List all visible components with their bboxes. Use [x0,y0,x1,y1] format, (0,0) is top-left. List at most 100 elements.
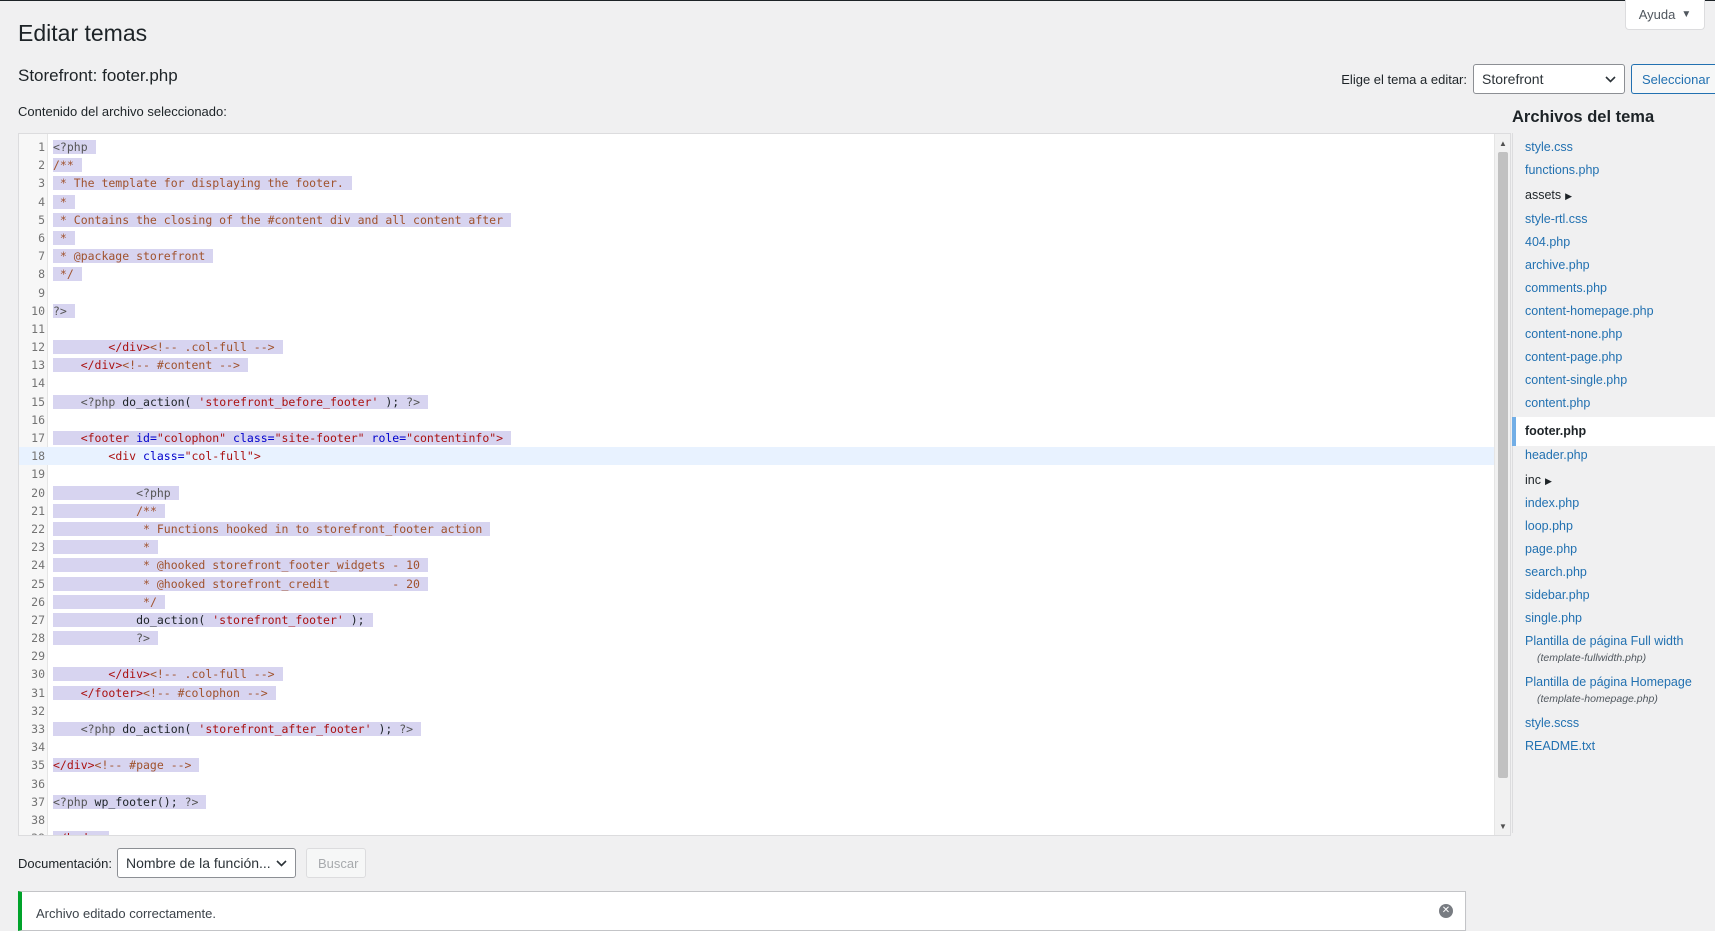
file-label: index.php [1525,496,1580,510]
file-link[interactable]: style-rtl.css [1513,212,1715,226]
line-number: 8 [38,267,45,282]
file-label: header.php [1525,448,1588,462]
file-link[interactable]: page.php [1513,542,1715,556]
success-notice: Archivo editado correctamente. ✕ [18,891,1466,931]
file-label: README.txt [1525,739,1596,753]
line-number: 26 [31,594,45,609]
select-theme-button[interactable]: Seleccionar [1631,64,1715,94]
admin-top-border [0,0,1715,1]
line-number: 39 [19,829,45,835]
file-link[interactable]: comments.php [1513,281,1715,295]
file-link[interactable]: content-homepage.php [1513,304,1715,318]
file-link[interactable]: loop.php [1513,519,1715,533]
line-number: 24 [31,558,45,573]
line-number: 5 [38,212,45,227]
template-filename: (template-homepage.php) [1537,693,1658,705]
file-title: Storefront: footer.php [18,66,178,85]
dismiss-icon[interactable]: ✕ [1439,904,1453,918]
code-line: 13 </div><!-- #content --> [19,356,1494,374]
file-link[interactable]: index.php [1513,496,1715,510]
code-line: 9 [19,284,1494,302]
scrollbar-thumb[interactable] [1498,152,1508,778]
documentation-label: Documentación: [18,855,112,871]
code-line: 8 */ [19,265,1494,283]
file-label: Plantilla de página Homepage [1525,675,1692,689]
code-line: 1 <?php [19,138,1494,156]
line-number: 30 [31,667,45,682]
code-line: 20 <?php [19,484,1494,502]
line-number: 6 [38,230,45,245]
line-number: 22 [31,521,45,536]
code-text: ?> [53,629,158,647]
line-number: 27 [31,612,45,627]
code-text: * @hooked storefront_credit - 20 [53,575,428,593]
code-editor[interactable]: 1 <?php 2/** 3 * The template for displayin… [18,133,1511,836]
line-number: 18 [31,449,45,464]
code-line: 38 [19,811,1494,829]
file-label: comments.php [1525,281,1607,295]
code-line: 29 [19,647,1494,665]
scroll-up-arrow-icon[interactable]: ▲ [1495,136,1510,150]
line-number: 38 [31,812,45,827]
file-link[interactable]: single.php [1513,611,1715,625]
file-link[interactable]: style.scss [1513,716,1715,730]
expand-triangle-icon[interactable]: ▶ [1545,476,1552,486]
file-link[interactable]: sidebar.php [1513,588,1715,602]
code-text: </div><!-- .col-full --> [53,665,283,683]
file-link[interactable]: 404.php [1513,235,1715,249]
file-link[interactable]: Plantilla de página Full width (template-… [1513,634,1715,664]
file-label: functions.php [1525,163,1600,177]
code-text: <?php [53,484,179,502]
code-text: <?php do_action( 'storefront_after_foote… [53,720,422,738]
scroll-down-arrow-icon[interactable]: ▼ [1495,819,1510,833]
code-line: 33 <?php do_action( 'storefront_after_fo… [19,720,1494,738]
code-line: 34 [19,738,1494,756]
line-number: 13 [31,358,45,373]
code-text: */ [53,593,165,611]
file-link[interactable]: README.txt [1513,739,1715,753]
file-link[interactable]: content-page.php [1513,350,1715,364]
code-line: 2 /** [19,156,1494,174]
file-label: content-none.php [1525,327,1623,341]
file-link[interactable]: style.css [1513,140,1715,154]
file-link[interactable]: archive.php [1513,258,1715,272]
editor-scrollbar[interactable]: ▲ ▼ [1494,134,1510,835]
caret-down-icon: ▼ [1681,9,1692,20]
help-tab-button[interactable]: Ayuda ▼ [1625,0,1705,30]
file-link[interactable]: Plantilla de página Homepage (template-ho… [1513,675,1715,705]
line-number: 37 [31,794,45,809]
line-number: 2 [38,158,45,173]
line-number: 31 [31,685,45,700]
file-link[interactable]: search.php [1513,565,1715,579]
code-line: 36 [19,775,1494,793]
code-line: 31 </footer><!-- #colophon --> [19,684,1494,702]
code-line: 16 [19,411,1494,429]
function-name-select[interactable]: Nombre de la función... [116,848,296,878]
chevron-down-icon [1605,72,1616,86]
file-label: inc [1525,473,1541,487]
file-link[interactable]: functions.php [1513,163,1715,177]
current-file-item[interactable]: footer.php [1512,417,1715,446]
code-line: 27 do_action( 'storefront_footer' ); [19,611,1494,629]
folder-item[interactable]: inc ▶ [1513,473,1715,487]
line-number: 14 [31,376,45,391]
theme-select-row: Elige el tema a editar: Storefront Selec… [1341,64,1715,94]
theme-select[interactable]: Storefront [1473,64,1625,94]
content-label: Contenido del archivo seleccionado: [18,104,227,119]
file-link[interactable]: content-none.php [1513,327,1715,341]
code-text: </div><!-- #content --> [53,356,248,374]
line-number: 16 [31,412,45,427]
code-line: 10 ?> [19,302,1494,320]
file-label: loop.php [1525,519,1573,533]
file-link[interactable]: header.php [1513,448,1715,462]
lookup-button[interactable]: Buscar [305,848,366,878]
code-line: 18 <div class="col-full"> [19,447,1494,466]
file-link[interactable]: content.php [1513,396,1715,410]
folder-item[interactable]: assets ▶ [1513,188,1715,202]
code-text: </body> [53,829,110,835]
code-line: 21 /** [19,502,1494,520]
expand-triangle-icon[interactable]: ▶ [1565,191,1572,201]
file-link[interactable]: content-single.php [1513,373,1715,387]
code-line: 17 <footer id="colophon" class="site-foo… [19,429,1494,447]
code-line: 4 * [19,193,1494,211]
